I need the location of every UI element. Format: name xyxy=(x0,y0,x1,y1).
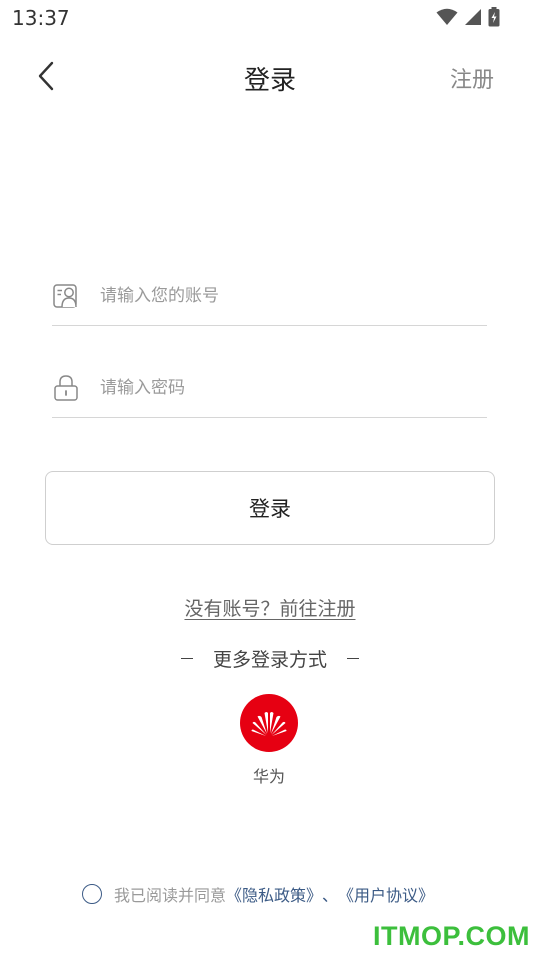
divider-dash-right xyxy=(347,657,359,660)
agreement-prefix: 我已阅读并同意 xyxy=(114,886,227,905)
account-input[interactable] xyxy=(100,275,487,316)
password-input[interactable] xyxy=(100,367,487,408)
login-button[interactable]: 登录 xyxy=(45,471,495,545)
signup-prompt: 没有账号？前往注册 xyxy=(0,594,540,621)
status-time: 13:37 xyxy=(12,6,70,30)
privacy-policy-link[interactable]: 《隐私政策》 xyxy=(226,882,322,906)
lock-icon xyxy=(52,374,80,402)
register-link[interactable]: 注册 xyxy=(450,62,494,94)
agreement-checkbox[interactable] xyxy=(82,884,102,904)
header: 登录 注册 xyxy=(0,48,540,104)
status-icons xyxy=(436,7,500,27)
huawei-login-button[interactable] xyxy=(240,694,298,752)
divider-dash-left xyxy=(180,657,193,660)
wifi-icon xyxy=(436,8,458,25)
agreement-separator: 、 xyxy=(322,886,339,905)
more-login-divider: 更多登录方式 xyxy=(0,645,540,672)
more-login-label: 更多登录方式 xyxy=(212,649,327,671)
go-register-link[interactable]: 没有账号？前往注册 xyxy=(184,598,355,620)
account-icon xyxy=(52,282,80,310)
huawei-label: 华为 xyxy=(252,767,285,786)
password-field xyxy=(52,358,487,418)
battery-charging-icon xyxy=(488,7,500,27)
account-field xyxy=(52,266,487,326)
cellular-signal-icon xyxy=(465,9,481,25)
user-agreement-link[interactable]: 《用户协议》 xyxy=(338,882,434,906)
agreement-row: 我已阅读并同意 《隐私政策》 、 《用户协议》 xyxy=(82,882,434,906)
watermark: ITMOP.COM xyxy=(372,921,530,951)
huawei-logo-icon xyxy=(251,712,287,736)
status-bar: 13:37 xyxy=(0,0,540,36)
